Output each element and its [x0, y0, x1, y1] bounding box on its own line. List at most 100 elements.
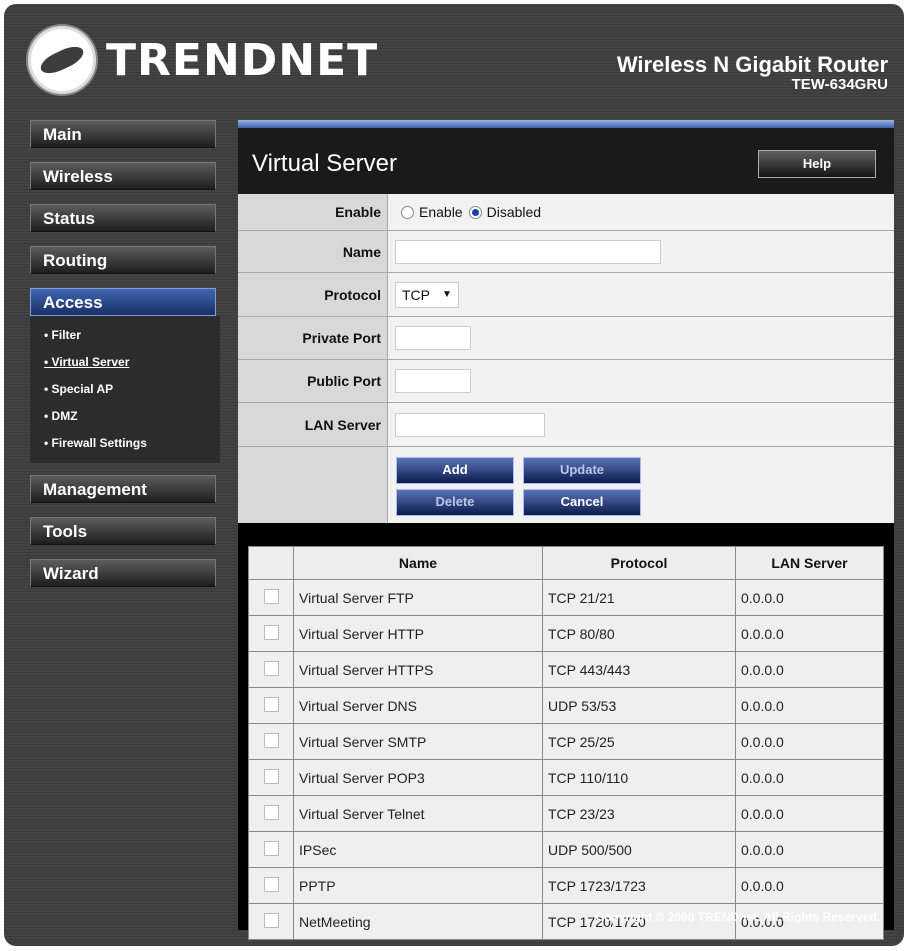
virtual-server-table: Name Protocol LAN Server Virtual Server … — [248, 546, 884, 940]
sidebar: Main Wireless Status Routing Access • Fi… — [30, 120, 220, 601]
name-row: Name — [238, 231, 894, 273]
lan-server-label: LAN Server — [238, 403, 388, 446]
nav-status[interactable]: Status — [30, 204, 216, 232]
row-protocol: TCP 1723/1723 — [542, 867, 736, 904]
row-name: Virtual Server DNS — [293, 687, 543, 724]
nav-wireless[interactable]: Wireless — [30, 162, 216, 190]
table-row: Virtual Server POP3 TCP 110/110 0.0.0.0 — [248, 759, 884, 796]
lan-server-input[interactable] — [395, 412, 545, 437]
page-title: Virtual Server — [252, 150, 397, 177]
row-select-cell — [248, 615, 294, 652]
title-bar: Virtual Server Help — [238, 128, 894, 194]
table-row: Virtual Server SMTP TCP 25/25 0.0.0.0 — [248, 723, 884, 760]
action-row: Add Update Delete Cancel — [238, 447, 894, 523]
row-name: Virtual Server HTTPS — [293, 651, 543, 688]
row-select-cell — [248, 831, 294, 868]
row-protocol: TCP 80/80 — [542, 615, 736, 652]
table-row: Virtual Server Telnet TCP 23/23 0.0.0.0 — [248, 795, 884, 832]
row-checkbox[interactable] — [263, 696, 279, 712]
row-checkbox[interactable] — [263, 876, 279, 892]
nav-main[interactable]: Main — [30, 120, 216, 148]
public-port-input[interactable] — [395, 369, 471, 393]
name-input[interactable] — [395, 239, 661, 264]
protocol-value: TCP — [402, 286, 430, 303]
product-info: Wireless N Gigabit Router TEW-634GRU — [617, 52, 888, 93]
public-port-row: Public Port — [238, 360, 894, 403]
table-row: Virtual Server HTTP TCP 80/80 0.0.0.0 — [248, 615, 884, 652]
row-protocol: TCP 110/110 — [542, 759, 736, 796]
row-lan-server: 0.0.0.0 — [735, 615, 884, 652]
row-select-cell — [248, 795, 294, 832]
row-select-cell — [248, 867, 294, 904]
enable-row: Enable Enable Disabled — [238, 194, 894, 231]
row-name: Virtual Server POP3 — [293, 759, 543, 796]
action-cell: Add Update Delete Cancel — [388, 447, 894, 523]
table-header-row: Name Protocol LAN Server — [248, 546, 884, 580]
subnav-dmz[interactable]: • DMZ — [30, 405, 220, 432]
public-port-label: Public Port — [238, 360, 388, 402]
row-checkbox[interactable] — [263, 768, 279, 784]
disabled-radio[interactable] — [468, 205, 482, 219]
enable-radio[interactable] — [401, 205, 414, 219]
row-select-cell — [248, 903, 294, 940]
row-checkbox[interactable] — [263, 840, 279, 856]
virtual-server-form: Enable Enable Disabled Name Protocol TCP… — [238, 194, 894, 523]
logo-text: TRENDNET — [106, 34, 379, 86]
trendnet-logo-icon — [28, 26, 96, 94]
lan-server-cell — [388, 403, 894, 446]
help-button[interactable]: Help — [758, 150, 876, 178]
row-lan-server: 0.0.0.0 — [735, 723, 884, 760]
chevron-down-icon: ▼ — [442, 289, 452, 300]
row-lan-server: 0.0.0.0 — [735, 651, 884, 688]
disabled-radio-label: Disabled — [486, 204, 542, 220]
table-row: PPTP TCP 1723/1723 0.0.0.0 — [248, 867, 884, 904]
row-protocol: UDP 500/500 — [542, 831, 736, 868]
row-name: Virtual Server Telnet — [293, 795, 543, 832]
nav-management[interactable]: Management — [30, 475, 216, 503]
nav-wizard[interactable]: Wizard — [30, 559, 216, 587]
delete-button[interactable]: Delete — [396, 488, 514, 516]
row-lan-server: 0.0.0.0 — [735, 687, 884, 724]
row-lan-server: 0.0.0.0 — [735, 759, 884, 796]
subnav-virtual-server[interactable]: • Virtual Server — [30, 351, 220, 378]
add-button[interactable]: Add — [396, 456, 514, 484]
model-number: TEW-634GRU — [791, 76, 888, 93]
subnav-firewall-settings[interactable]: • Firewall Settings — [30, 432, 220, 459]
nav-access[interactable]: Access — [30, 288, 216, 316]
enable-label: Enable — [238, 194, 388, 230]
row-select-cell — [248, 687, 294, 724]
row-protocol: TCP 25/25 — [542, 723, 736, 760]
row-checkbox[interactable] — [263, 804, 279, 820]
protocol-select[interactable]: TCP ▼ — [395, 281, 459, 308]
row-select-cell — [248, 651, 294, 688]
private-port-cell — [388, 317, 894, 359]
row-lan-server: 0.0.0.0 — [735, 867, 884, 904]
nav-routing[interactable]: Routing — [30, 246, 216, 274]
content-panel: Virtual Server Help Enable Enable Disabl… — [238, 120, 894, 940]
row-checkbox[interactable] — [263, 660, 279, 676]
header: TRENDNET Wireless N Gigabit Router TEW-6… — [4, 4, 904, 112]
update-button[interactable]: Update — [523, 456, 641, 484]
private-port-input[interactable] — [395, 326, 471, 350]
subnav-special-ap[interactable]: • Special AP — [30, 378, 220, 405]
row-name: Virtual Server SMTP — [293, 723, 543, 760]
subnav-filter[interactable]: • Filter — [30, 324, 220, 351]
row-lan-server: 0.0.0.0 — [735, 795, 884, 832]
table-row: Virtual Server HTTPS TCP 443/443 0.0.0.0 — [248, 651, 884, 688]
public-port-cell — [388, 360, 894, 402]
access-submenu: • Filter • Virtual Server • Special AP •… — [30, 316, 220, 463]
row-checkbox[interactable] — [263, 912, 279, 928]
row-checkbox[interactable] — [263, 732, 279, 748]
table-row: Virtual Server FTP TCP 21/21 0.0.0.0 — [248, 579, 884, 616]
header-select — [248, 546, 294, 580]
nav-tools[interactable]: Tools — [30, 517, 216, 545]
row-checkbox[interactable] — [263, 624, 279, 640]
cancel-button[interactable]: Cancel — [523, 488, 641, 516]
row-name: IPSec — [293, 831, 543, 868]
protocol-label: Protocol — [238, 273, 388, 316]
row-protocol: TCP 21/21 — [542, 579, 736, 616]
header-lan-server: LAN Server — [735, 546, 884, 580]
row-select-cell — [248, 759, 294, 796]
copyright: Copyright © 2008 TRENDnet. All Rights Re… — [595, 910, 880, 924]
row-checkbox[interactable] — [263, 588, 279, 604]
